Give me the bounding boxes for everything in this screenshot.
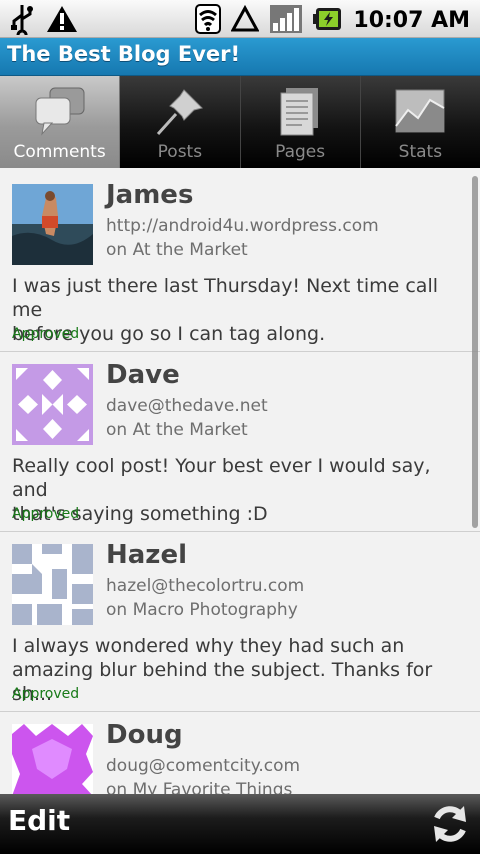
comment-item[interactable]: Doug doug@comentcity.com on My Favorite …	[0, 712, 480, 794]
commenter-email[interactable]: http://android4u.wordpress.com	[106, 216, 379, 236]
avatar	[12, 364, 93, 445]
status-badge: Approved	[12, 506, 80, 522]
tab-posts[interactable]: Posts	[120, 76, 241, 168]
sync-icon	[230, 4, 260, 37]
edit-button[interactable]: Edit	[8, 804, 70, 837]
bottom-bar: Edit	[0, 794, 480, 854]
app-title-bar: The Best Blog Ever!	[0, 38, 480, 76]
post-title: on My Favorite Things	[106, 780, 293, 794]
avatar	[12, 184, 93, 265]
comment-item[interactable]: James http://android4u.wordpress.com on …	[0, 172, 480, 352]
tab-label: Stats	[398, 142, 443, 162]
comment-body: I always wondered why they had such an a…	[12, 635, 433, 705]
comment-body: I was just there last Thursday! Next tim…	[12, 275, 439, 345]
avatar	[12, 544, 93, 625]
post-title: on Macro Photography	[106, 600, 298, 620]
warning-icon	[46, 4, 78, 38]
status-badge: Approved	[12, 326, 80, 342]
tab-pages[interactable]: Pages	[240, 76, 361, 168]
clock: 10:07 AM	[353, 8, 470, 33]
status-badge: Approved	[12, 686, 80, 702]
tab-comments[interactable]: Comments	[0, 76, 121, 168]
tab-bar: Comments Posts Pages Stats	[0, 76, 480, 168]
pages-icon	[272, 86, 328, 138]
app-title: The Best Blog Ever!	[7, 42, 241, 66]
tab-label: Comments	[13, 142, 106, 162]
post-title: on At the Market	[106, 240, 248, 260]
refresh-icon[interactable]	[428, 802, 472, 846]
post-title: on At the Market	[106, 420, 248, 440]
speech-bubbles-icon	[32, 86, 88, 138]
usb-icon	[10, 3, 34, 41]
scrollbar[interactable]	[472, 176, 478, 528]
stats-chart-icon	[392, 86, 448, 138]
tab-stats[interactable]: Stats	[360, 76, 480, 168]
commenter-name: Doug	[106, 720, 183, 750]
comment-item[interactable]: Dave dave@thedave.net on At the Market R…	[0, 352, 480, 532]
commenter-email[interactable]: doug@comentcity.com	[106, 756, 300, 776]
avatar	[12, 724, 93, 794]
commenter-name: Dave	[106, 360, 180, 390]
comment-body: Really cool post! Your best ever I would…	[12, 455, 431, 525]
tab-label: Posts	[157, 142, 203, 162]
commenter-name: James	[106, 180, 194, 210]
comment-list[interactable]: James http://android4u.wordpress.com on …	[0, 172, 480, 794]
tab-label: Pages	[275, 142, 326, 162]
comment-item[interactable]: Hazel hazel@thecolortru.com on Macro Pho…	[0, 532, 480, 712]
signal-icon	[269, 3, 303, 39]
battery-charging-icon	[313, 6, 343, 36]
status-bar: 10:07 AM	[0, 0, 480, 41]
commenter-name: Hazel	[106, 540, 187, 570]
commenter-email[interactable]: dave@thedave.net	[106, 396, 268, 416]
wifi-icon	[195, 3, 222, 39]
commenter-email[interactable]: hazel@thecolortru.com	[106, 576, 304, 596]
pushpin-icon	[152, 86, 208, 138]
